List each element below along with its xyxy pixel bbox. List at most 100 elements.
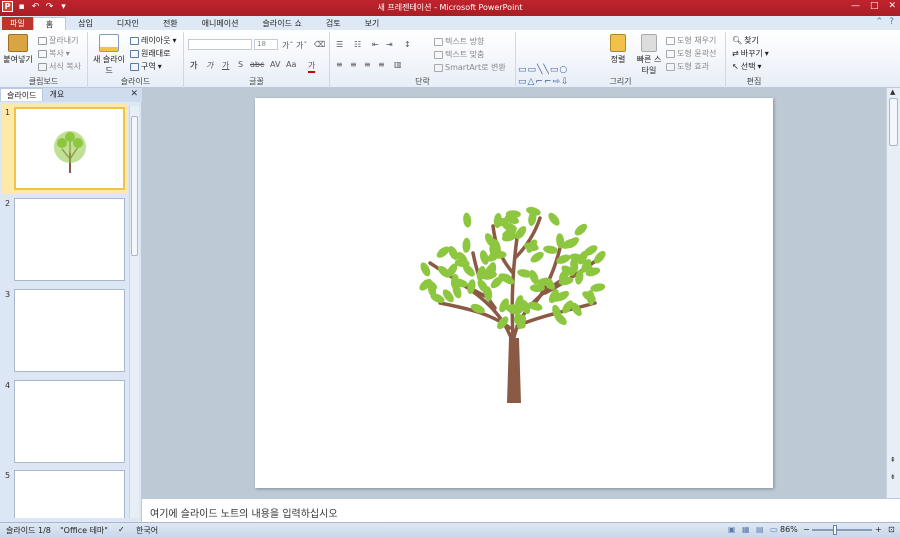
new-slide-button[interactable]: 새 슬라이드 <box>90 34 128 76</box>
grow-font-icon[interactable]: 가ˆ <box>282 40 293 51</box>
zoom-level[interactable]: 86% <box>780 525 798 534</box>
line-spacing-icon[interactable]: ↕ <box>404 40 411 49</box>
tab-slideshow[interactable]: 슬라이드 쇼 <box>250 17 313 30</box>
panel-close-icon[interactable]: ✕ <box>130 89 138 99</box>
layout-button[interactable]: 레이아웃 ▾ <box>130 35 176 46</box>
tab-home[interactable]: 홈 <box>32 17 67 30</box>
case-icon[interactable]: Aa <box>286 60 296 69</box>
tab-animations[interactable]: 애니메이션 <box>190 17 251 30</box>
notes-placeholder: 여기에 슬라이드 노트의 내용을 입력하십시오 <box>150 509 338 520</box>
slide-number: 5 <box>5 471 11 480</box>
arrange-button[interactable]: 정렬 <box>604 34 632 65</box>
tab-transitions[interactable]: 전환 <box>151 17 190 30</box>
select-button[interactable]: ↖ 선택 ▾ <box>732 61 761 72</box>
zoom-slider-knob[interactable] <box>833 525 837 535</box>
clear-format-icon[interactable]: ⌫ <box>314 40 325 49</box>
smartart-icon <box>434 63 443 72</box>
section-icon <box>130 62 139 71</box>
align-left-icon[interactable]: ≡ <box>336 60 343 69</box>
window-title: 새 프레젠테이션 - Microsoft PowerPoint <box>377 3 523 12</box>
zoom-slider[interactable] <box>812 529 872 531</box>
align-text-icon <box>434 50 443 59</box>
paste-button[interactable]: 붙여넣기 <box>2 34 34 65</box>
slide-thumbnail-2[interactable] <box>14 198 125 281</box>
maximize-icon[interactable]: □ <box>870 1 879 11</box>
zoom-in-icon[interactable]: + <box>875 525 882 534</box>
help-icon[interactable]: ? <box>889 17 894 27</box>
spellcheck-icon[interactable]: ✓ <box>118 525 125 534</box>
panel-scrollbar[interactable] <box>129 106 139 518</box>
shrink-font-icon[interactable]: 가ˇ <box>296 40 307 51</box>
tab-review[interactable]: 검토 <box>314 17 353 30</box>
editing-group: 🔍︎ 찾기 ⇄ 바꾸기 ▾ ↖ 선택 ▾ 편집 <box>726 32 782 88</box>
close-icon[interactable]: ✕ <box>888 1 896 11</box>
normal-view-icon[interactable]: ▣ <box>728 525 736 534</box>
replace-button[interactable]: ⇄ 바꾸기 ▾ <box>732 48 769 59</box>
shadow-icon[interactable]: S <box>238 60 243 69</box>
previous-slide-icon[interactable]: ⇞ <box>890 456 896 464</box>
slide-thumbnail-3[interactable] <box>14 289 125 372</box>
vertical-scroll-thumb[interactable] <box>889 98 898 146</box>
shape-outline-button[interactable]: 도형 윤곽선 <box>666 48 716 59</box>
vertical-scrollbar[interactable]: ▲ ⇞ ⇟ <box>886 88 900 498</box>
shape-fill-button[interactable]: 도형 채우기 <box>666 35 716 46</box>
minimize-ribbon-icon[interactable]: ⌃ <box>876 17 884 27</box>
reading-view-icon[interactable]: ▤ <box>756 525 764 534</box>
paragraph-group: ☰ ☷ ⇤ ⇥ ↕ ≡ ≡ ≡ ≡ ▥ 텍스트 방향 텍스트 맞춤 SmartA… <box>330 32 516 88</box>
reset-button[interactable]: 원래대로 <box>130 48 170 59</box>
bold-icon[interactable]: 가 <box>190 60 197 71</box>
tab-file[interactable]: 파일 <box>2 17 33 30</box>
decrease-indent-icon[interactable]: ⇤ <box>372 40 379 49</box>
copy-button[interactable]: 복사 ▾ <box>38 48 70 59</box>
fit-to-window-icon[interactable]: ⊡ <box>888 525 895 534</box>
slide-thumbnail-5[interactable] <box>14 470 125 518</box>
slide-indicator: 슬라이드 1/8 <box>6 526 51 535</box>
slide-sorter-icon[interactable]: ▦ <box>742 525 750 534</box>
next-slide-icon[interactable]: ⇟ <box>890 473 896 481</box>
bullets-icon[interactable]: ☰ <box>336 40 343 49</box>
slide-thumbnail-1[interactable] <box>14 107 125 190</box>
slide-number: 1 <box>5 108 11 117</box>
zoom-out-icon[interactable]: − <box>803 525 810 534</box>
text-direction-button[interactable]: 텍스트 방향 <box>434 36 484 47</box>
underline-icon[interactable]: 가 <box>222 60 229 71</box>
slide-editor[interactable] <box>255 98 773 488</box>
align-text-button[interactable]: 텍스트 맞춤 <box>434 49 484 60</box>
scroll-up-icon[interactable]: ▲ <box>890 88 895 96</box>
panel-scroll-thumb[interactable] <box>131 116 138 256</box>
increase-indent-icon[interactable]: ⇥ <box>386 40 393 49</box>
tab-insert[interactable]: 삽입 <box>66 17 105 30</box>
font-size-combo[interactable]: 18 <box>254 39 278 50</box>
tree-leaf <box>479 250 489 265</box>
tab-outline[interactable]: 개요 <box>43 88 70 101</box>
slide-thumbnail-4[interactable] <box>14 380 125 463</box>
tree-image[interactable] <box>255 98 773 488</box>
format-painter-button[interactable]: 서식 복사 <box>38 61 81 72</box>
strikethrough-icon[interactable]: abc <box>250 60 264 69</box>
notes-pane[interactable]: 여기에 슬라이드 노트의 내용을 입력하십시오 <box>142 498 900 522</box>
shape-effects-button[interactable]: 도형 효과 <box>666 61 709 72</box>
numbering-icon[interactable]: ☷ <box>354 40 361 49</box>
cut-button[interactable]: 잘라내기 <box>38 35 78 46</box>
font-group: 18 가ˆ 가ˇ ⌫ 가 가 가 S abc AV Aa 가 글꼴 <box>184 32 330 88</box>
italic-icon[interactable]: 가 <box>206 60 213 71</box>
find-button[interactable]: 🔍︎ 찾기 <box>732 35 759 46</box>
tab-slides[interactable]: 슬라이드 <box>0 88 44 101</box>
justify-icon[interactable]: ≡ <box>378 60 385 69</box>
font-name-combo[interactable] <box>188 39 252 50</box>
brush-icon <box>38 62 47 71</box>
smartart-button[interactable]: SmartArt로 변환 <box>434 62 506 73</box>
align-center-icon[interactable]: ≡ <box>350 60 357 69</box>
section-button[interactable]: 구역 ▾ <box>130 61 162 72</box>
columns-icon[interactable]: ▥ <box>394 60 402 69</box>
tab-design[interactable]: 디자인 <box>105 17 151 30</box>
spacing-icon[interactable]: AV <box>270 60 280 69</box>
language-indicator[interactable]: 한국어 <box>136 525 158 536</box>
align-right-icon[interactable]: ≡ <box>364 60 371 69</box>
find-icon: 🔍︎ <box>732 36 743 45</box>
slideshow-icon[interactable]: ▭ <box>770 525 778 534</box>
font-color-icon[interactable]: 가 <box>308 60 316 73</box>
quick-styles-button[interactable]: 빠른 스타일 <box>634 34 664 76</box>
tab-view[interactable]: 보기 <box>353 17 392 30</box>
minimize-icon[interactable]: — <box>851 1 860 11</box>
